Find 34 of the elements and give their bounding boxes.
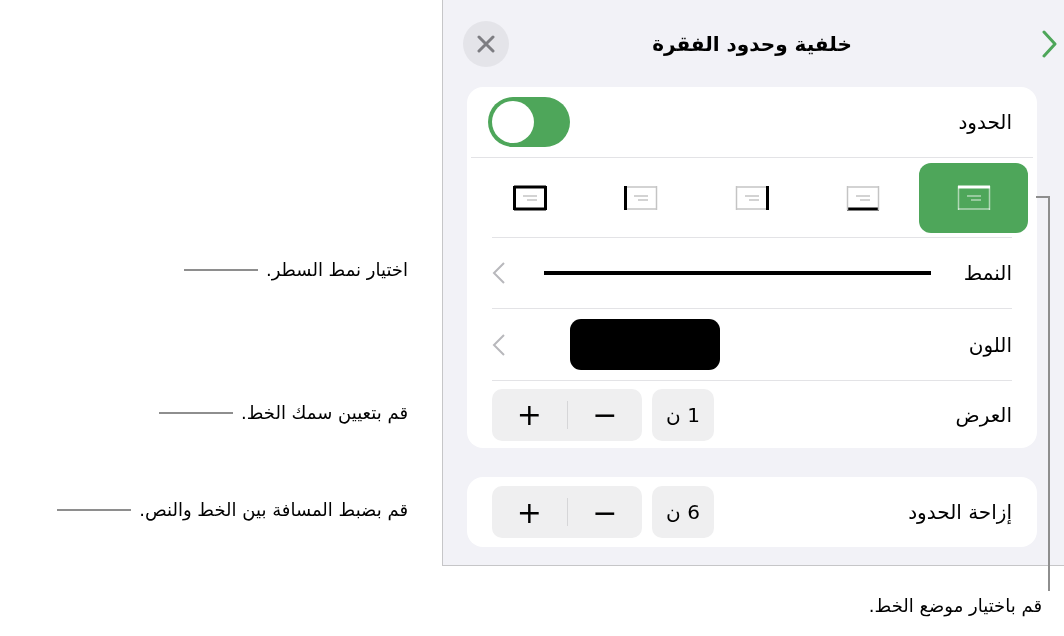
close-button[interactable] — [463, 20, 509, 67]
border-top-icon — [956, 184, 991, 211]
stepper[interactable]: − + — [492, 388, 642, 441]
callout-text: قم بضبط المسافة بين الخط والنص. — [139, 499, 408, 520]
back-chevron-button[interactable] — [492, 332, 506, 357]
callout-text: قم باختيار موضع الخط. — [868, 595, 1042, 616]
line-style-sample[interactable] — [544, 271, 932, 275]
style-label: النمط — [963, 261, 1012, 285]
increment-button[interactable]: + — [492, 486, 567, 538]
border-bottom-icon — [845, 184, 880, 211]
back-chevron-button[interactable] — [492, 261, 506, 285]
forward-chevron-button[interactable] — [1041, 28, 1057, 59]
border-all-icon — [513, 184, 548, 211]
border-right-icon — [735, 184, 769, 211]
decrement-button[interactable]: − — [567, 388, 642, 441]
chevron-icon — [1041, 28, 1057, 59]
color-swatch[interactable] — [570, 319, 720, 370]
color-label: اللون — [968, 332, 1012, 357]
chevron-icon — [492, 332, 506, 357]
value-field[interactable]: 1 ن — [652, 388, 714, 441]
borders-label: الحدود — [958, 110, 1012, 134]
width-label: العرض — [955, 402, 1012, 427]
decrement-button[interactable]: − — [567, 486, 642, 538]
stepper[interactable]: − + — [492, 486, 642, 538]
increment-button[interactable]: + — [492, 388, 567, 441]
callout-text: اختيار نمط السطر. — [265, 259, 408, 280]
panel-title: خلفية وحدود الفقرة — [652, 31, 852, 56]
close-icon — [477, 34, 495, 53]
offset-label: إزاحة الحدود — [908, 500, 1012, 524]
borders-toggle[interactable] — [488, 97, 570, 147]
chevron-icon — [492, 261, 506, 285]
callout-text: قم بتعيين سمك الخط. — [241, 402, 408, 423]
border-left-icon — [624, 184, 659, 211]
value-field[interactable]: 6 ن — [652, 486, 714, 538]
